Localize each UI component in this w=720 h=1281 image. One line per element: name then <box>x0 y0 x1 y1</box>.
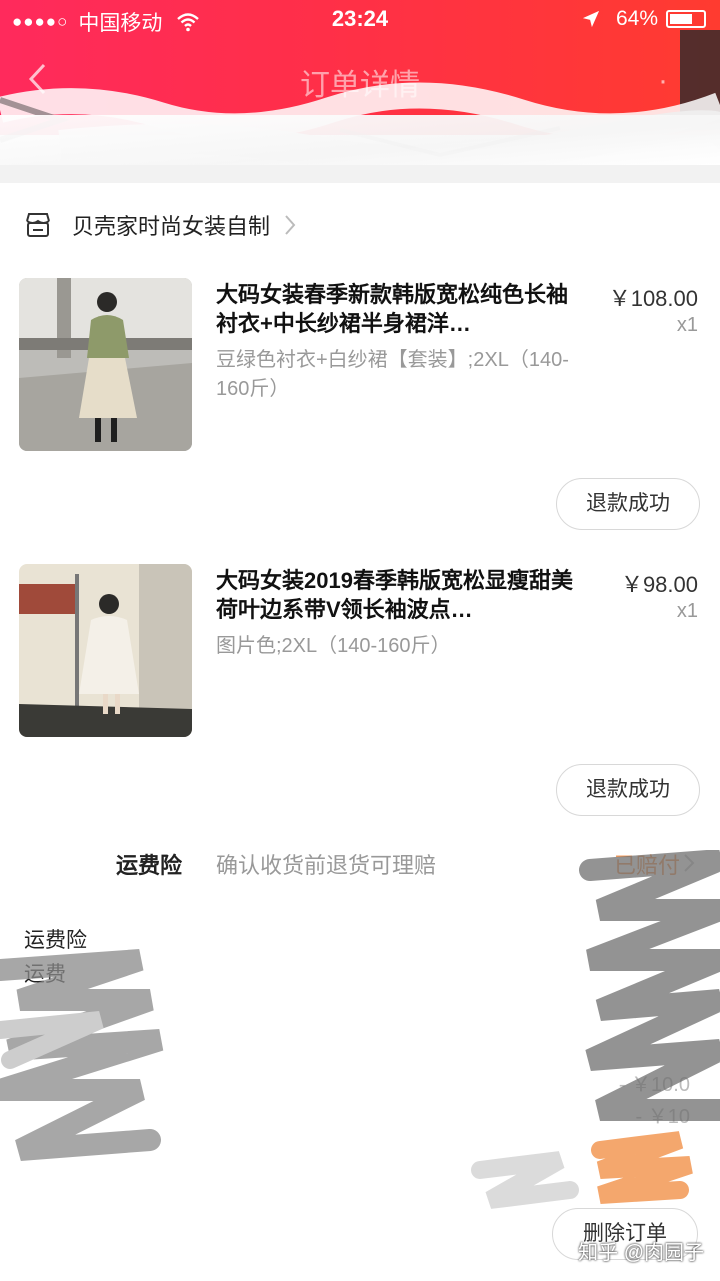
product-qty: x1 <box>676 314 698 336</box>
chevron-right-icon[interactable] <box>682 852 696 874</box>
location-arrow-icon <box>582 10 600 28</box>
product-image[interactable] <box>19 564 192 737</box>
section-divider <box>0 165 720 183</box>
insurance-label: 运费险 <box>116 853 183 878</box>
product-name[interactable]: 大码女装2019春季韩版宽松显瘦甜美荷叶边系带V领长袖波点… <box>216 566 576 624</box>
watermark: 知乎 @肉园子 <box>578 1242 704 1264</box>
faded-price: - ￥10.0 <box>618 1074 690 1096</box>
scribble-overlay <box>0 115 720 165</box>
product-image[interactable] <box>19 278 192 451</box>
order-item[interactable]: 大码女装春季新款韩版宽松纯色长袖衬衣+中长纱裙半身裙洋… 豆绿色衬衣+白纱裙【套… <box>0 278 720 538</box>
shop-row[interactable]: 贝壳家时尚女装自制 <box>24 205 298 245</box>
battery-icon <box>666 10 706 28</box>
insurance-description: 确认收货前退货可理赔 <box>216 853 437 878</box>
page-title: 订单详情 <box>300 69 420 102</box>
order-item[interactable]: 大码女装2019春季韩版宽松显瘦甜美荷叶边系带V领长袖波点… 图片色;2XL（1… <box>0 564 720 824</box>
product-name[interactable]: 大码女装春季新款韩版宽松纯色长袖衬衣+中长纱裙半身裙洋… <box>216 280 576 338</box>
faded-price: - ￥10 <box>635 1106 690 1128</box>
refund-status-button[interactable]: 退款成功 <box>556 478 700 530</box>
summary-insurance-label: 运费险 <box>24 929 87 952</box>
battery-percent: 64% <box>615 7 658 30</box>
refund-status-button[interactable]: 退款成功 <box>556 764 700 816</box>
product-price: ￥108.00 <box>608 286 698 311</box>
more-button[interactable]: · <box>658 64 668 98</box>
shop-name: 贝壳家时尚女装自制 <box>72 214 271 239</box>
status-bar: ●●●●○ 中国移动 23:24 64% <box>0 0 720 40</box>
product-spec: 图片色;2XL（140-160斤） <box>216 635 451 657</box>
product-qty: x1 <box>676 600 698 622</box>
summary-shipping-label: 运费 <box>24 963 66 986</box>
store-icon <box>26 213 50 237</box>
product-price: ￥98.00 <box>620 572 698 597</box>
status-right: 64% <box>582 7 706 31</box>
product-spec: 豆绿色衬衣+白纱裙【套装】;2XL（140-160斤） <box>216 349 569 400</box>
chevron-right-icon <box>285 215 296 235</box>
insurance-status[interactable]: 已赔付 <box>614 848 680 880</box>
